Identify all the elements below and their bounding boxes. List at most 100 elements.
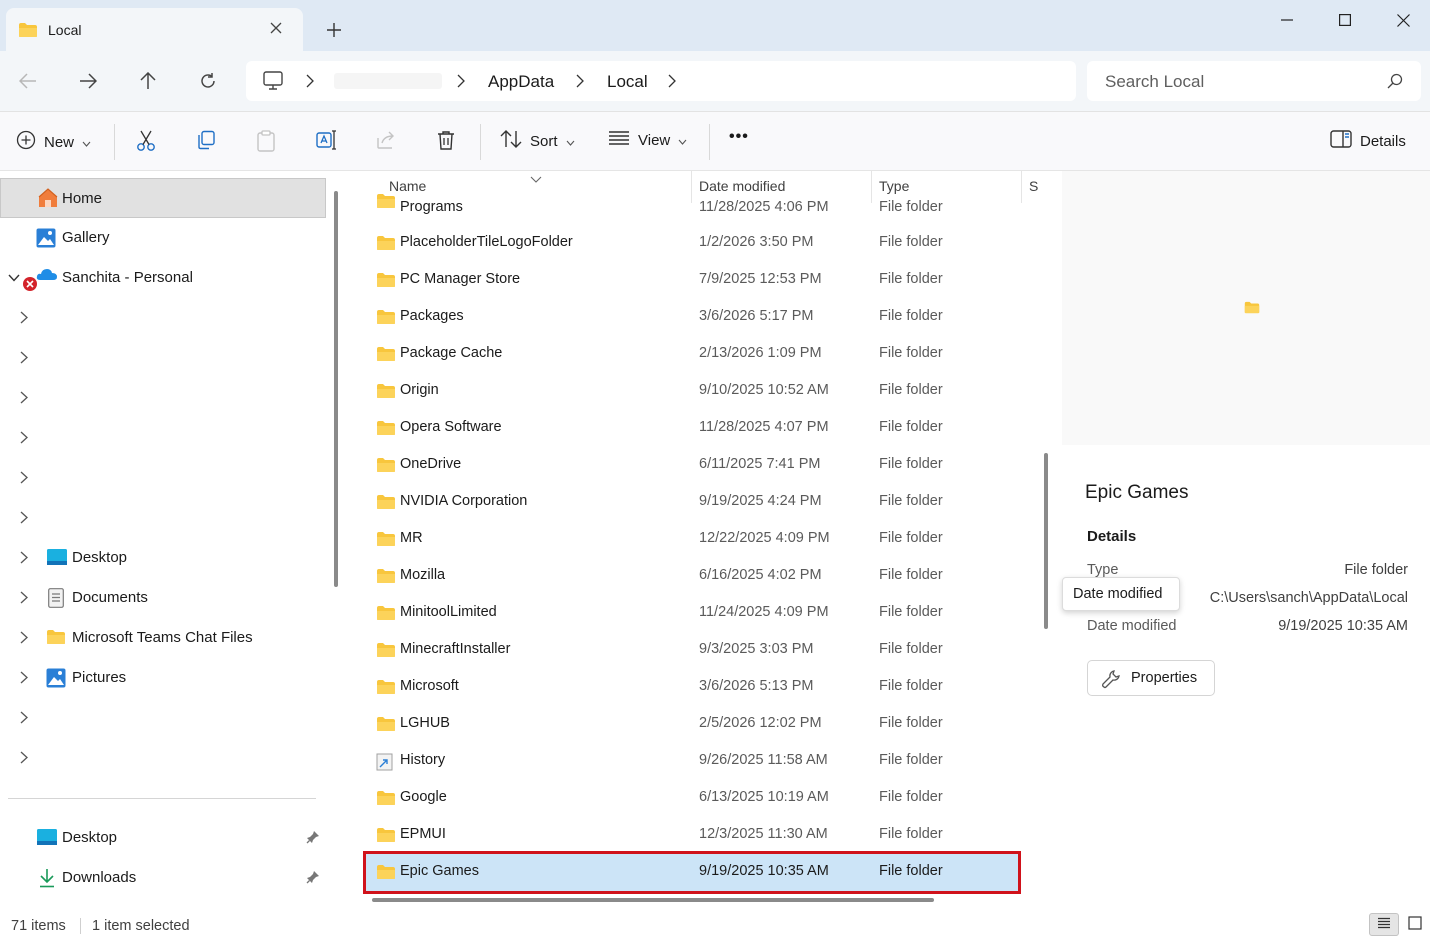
chevron-right-icon[interactable] (20, 751, 28, 767)
tab-local[interactable]: Local (6, 8, 303, 51)
back-button[interactable] (16, 69, 40, 93)
file-date: 11/28/2025 4:07 PM (699, 419, 829, 435)
chevron-right-icon[interactable] (576, 74, 584, 91)
breadcrumb-local[interactable]: Local (607, 72, 648, 92)
file-row[interactable]: Opera Software 11/28/2025 4:07 PM File f… (366, 410, 1018, 447)
file-row[interactable]: Microsoft 3/6/2026 5:13 PM File folder (366, 669, 1018, 706)
sidebar-item-teams-chat-files[interactable]: Microsoft Teams Chat Files (0, 618, 326, 658)
chevron-right-icon[interactable] (20, 671, 28, 687)
search-input[interactable]: Search Local (1105, 72, 1204, 92)
sidebar-item-pictures[interactable]: Pictures (0, 658, 326, 698)
file-date: 6/11/2025 7:41 PM (699, 456, 821, 472)
file-row[interactable]: History 9/26/2025 11:58 AM File folder (366, 743, 1018, 780)
file-name: MR (400, 530, 423, 546)
quick-access-downloads[interactable]: Downloads (0, 858, 326, 898)
column-header-date[interactable]: Date modified (699, 178, 785, 194)
details-pane-button[interactable]: Details (1330, 130, 1406, 152)
sidebar-item-gallery[interactable]: Gallery (0, 218, 326, 258)
file-row[interactable]: Google 6/13/2025 10:19 AM File folder (366, 780, 1018, 817)
cut-button[interactable] (136, 130, 156, 156)
folder-icon (376, 864, 396, 884)
file-row[interactable]: LGHUB 2/5/2026 12:02 PM File folder (366, 706, 1018, 743)
chevron-down-icon[interactable] (8, 269, 20, 285)
chevron-right-icon[interactable] (20, 471, 28, 487)
close-tab-icon[interactable] (270, 21, 282, 39)
file-name: LGHUB (400, 715, 450, 731)
chevron-right-icon[interactable] (20, 431, 28, 447)
title-bar: Local (0, 0, 1430, 51)
file-row[interactable]: MinitoolLimited 11/24/2025 4:09 PM File … (366, 595, 1018, 632)
sidebar-item-onedrive[interactable]: Sanchita - Personal (0, 258, 326, 298)
properties-button[interactable]: Properties (1087, 660, 1215, 696)
file-list-vertical-scrollbar[interactable] (1044, 453, 1048, 629)
file-row[interactable]: Package Cache 2/13/2026 1:09 PM File fol… (366, 336, 1018, 373)
file-name: Origin (400, 382, 439, 398)
chevron-right-icon[interactable] (306, 74, 314, 91)
sidebar-item-desktop[interactable]: Desktop (0, 538, 326, 578)
chevron-right-icon[interactable] (457, 74, 465, 91)
tiles-view-toggle[interactable] (1400, 913, 1430, 936)
folder-icon (376, 679, 396, 699)
chevron-right-icon[interactable] (20, 351, 28, 367)
chevron-right-icon[interactable] (20, 551, 28, 567)
chevron-right-icon[interactable] (668, 74, 676, 91)
column-header-name[interactable]: Name (389, 178, 426, 194)
forward-button[interactable] (76, 69, 100, 93)
chevron-right-icon[interactable] (20, 711, 28, 727)
minimize-button[interactable] (1258, 0, 1316, 40)
file-row[interactable]: EPMUI 12/3/2025 11:30 AM File folder (366, 817, 1018, 854)
file-row[interactable]: PC Manager Store 7/9/2025 12:53 PM File … (366, 262, 1018, 299)
chevron-right-icon[interactable] (20, 311, 28, 327)
column-divider[interactable] (1021, 171, 1022, 203)
file-row[interactable]: MR 12/22/2025 4:09 PM File folder (366, 521, 1018, 558)
file-date: 7/9/2025 12:53 PM (699, 271, 822, 287)
column-header-size[interactable]: S (1029, 178, 1038, 194)
breadcrumb-appdata[interactable]: AppData (488, 72, 554, 92)
file-row[interactable]: OneDrive 6/11/2025 7:41 PM File folder (366, 447, 1018, 484)
share-button[interactable] (376, 130, 396, 154)
file-row[interactable]: Packages 3/6/2026 5:17 PM File folder (366, 299, 1018, 336)
sidebar-scrollbar[interactable] (334, 191, 338, 587)
details-date-label: Date modified (1087, 618, 1177, 634)
file-row[interactable]: MinecraftInstaller 9/3/2025 3:03 PM File… (366, 632, 1018, 669)
file-row[interactable]: NVIDIA Corporation 9/19/2025 4:24 PM Fil… (366, 484, 1018, 521)
file-name: Mozilla (400, 567, 446, 583)
details-view-toggle[interactable] (1369, 913, 1399, 936)
view-button[interactable]: View (608, 130, 687, 150)
maximize-button[interactable] (1316, 0, 1374, 40)
trash-icon (437, 130, 455, 154)
file-row[interactable]: Mozilla 6/16/2025 4:02 PM File folder (366, 558, 1018, 595)
file-row[interactable]: PlaceholderTileLogoFolder 1/2/2026 3:50 … (366, 225, 1018, 262)
navigation-pane: Home Gallery Sanchita - Personal Desktop (0, 171, 340, 911)
file-type: File folder (879, 234, 943, 250)
more-options-button[interactable]: ••• (729, 128, 749, 146)
column-header-type[interactable]: Type (879, 178, 909, 194)
delete-button[interactable] (437, 130, 455, 154)
up-button[interactable] (136, 69, 160, 93)
new-tab-button[interactable] (322, 18, 346, 42)
refresh-button[interactable] (196, 69, 220, 93)
chevron-right-icon[interactable] (20, 591, 28, 607)
paste-button[interactable] (256, 130, 276, 156)
file-row[interactable]: Origin 9/10/2025 10:52 AM File folder (366, 373, 1018, 410)
quick-access-desktop[interactable]: Desktop (0, 818, 326, 858)
close-window-button[interactable] (1374, 0, 1430, 40)
sidebar-item-home[interactable]: Home (0, 178, 326, 218)
folder-icon (376, 309, 396, 329)
sidebar-item-documents[interactable]: Documents (0, 578, 326, 618)
new-button[interactable]: New (16, 130, 91, 154)
file-row[interactable]: Programs 11/28/2025 4:06 PM File folder (366, 193, 1018, 219)
rename-button[interactable] (316, 130, 338, 154)
file-name: MinecraftInstaller (400, 641, 511, 657)
search-box[interactable]: Search Local (1087, 61, 1421, 101)
chevron-right-icon[interactable] (20, 391, 28, 407)
pin-icon[interactable] (306, 830, 320, 848)
pin-icon[interactable] (306, 870, 320, 888)
file-name: PC Manager Store (400, 271, 521, 287)
file-list-horizontal-scrollbar[interactable] (372, 898, 934, 902)
copy-button[interactable] (196, 130, 216, 154)
chevron-right-icon[interactable] (20, 511, 28, 527)
file-row-selected[interactable]: Epic Games 9/19/2025 10:35 AM File folde… (363, 851, 1021, 894)
sort-button[interactable]: Sort (500, 130, 575, 152)
chevron-right-icon[interactable] (20, 631, 28, 647)
